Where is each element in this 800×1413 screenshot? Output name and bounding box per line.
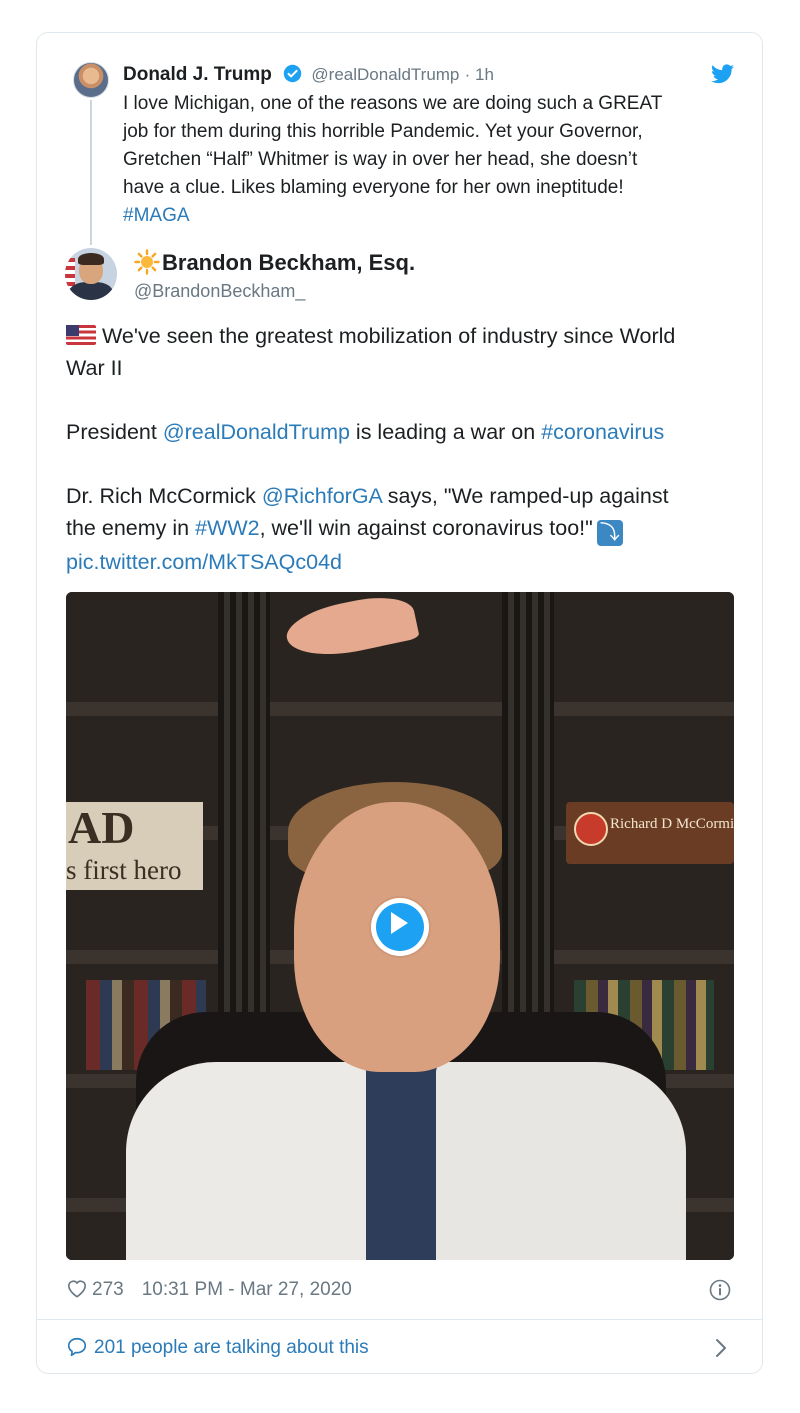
tweet-text-span: the enemy in [66,516,196,540]
mention-link-realdonaldtrump[interactable]: @realDonaldTrump [163,420,350,444]
us-flag-emoji-icon [66,325,96,345]
tweet-meta-row: 273 10:31 PM - Mar 27, 2020 [66,1276,352,1304]
parent-tweet-time[interactable]: · 1h [465,65,494,84]
parent-text-line: job for them during this horrible Pandem… [123,121,643,142]
parent-text-line: I love Michigan, one of the reasons we a… [123,93,663,114]
tweet-line: War II [66,356,123,380]
tweet-text-span: President [66,420,163,444]
parent-tweet-text: I love Michigan, one of the reasons we a… [123,90,733,230]
sign-small-text: s first hero [66,855,182,885]
plaque-text: Richard D McCormick [610,816,734,832]
twitter-bird-icon[interactable] [711,64,734,84]
author-avatar[interactable] [65,248,117,300]
author-handle[interactable]: @BrandonBeckham_ [134,279,305,303]
chevron-right-icon[interactable] [714,1337,728,1359]
speech-bubble-icon [67,1337,87,1357]
hashtag-link-ww2[interactable]: #WW2 [195,516,260,540]
down-arrow-emoji-icon: ⤵ [596,520,623,546]
play-icon [391,912,408,934]
verified-badge-icon [283,64,302,83]
tweet-line: We've seen the greatest mobilization of … [66,320,736,352]
sign-big-text: AD [68,802,135,853]
tweet-line: Dr. Rich McCormick @RichforGA says, "We … [66,480,736,512]
mention-link-richforga[interactable]: @RichforGA [262,484,382,508]
video-player[interactable]: AD s first hero Richard D McCormick [66,592,734,1260]
tweet-text-span: We've seen the greatest mobilization of … [102,324,676,348]
author-name-row[interactable]: Brandon Beckham, Esq. [134,248,415,278]
tweet-line: President @realDonaldTrump is leading a … [66,416,736,448]
parent-text-line: Gretchen “Half” Whitmer is way in over h… [123,149,638,170]
heart-icon[interactable] [66,1278,88,1298]
avatar-flag [65,258,75,288]
pic-twitter-link[interactable]: pic.twitter.com/MkTSAQc04d [66,546,736,578]
author-name[interactable]: Brandon Beckham, Esq. [162,250,415,275]
avatar-suit [69,282,113,300]
footer-divider [37,1319,762,1320]
tweet-line: the enemy in #WW2, we'll win against cor… [66,512,736,546]
speaker-coat-right [436,1062,686,1260]
play-button[interactable] [371,898,429,956]
tweet-text-span: Dr. Rich McCormick [66,484,262,508]
hashtag-link-coronavirus[interactable]: #coronavirus [541,420,664,444]
wall-sign: AD s first hero [66,802,203,890]
tweet-text-span: , we'll win against coronavirus too!" [259,516,593,540]
parent-text-line: have a clue. Likes blaming everyone for … [123,177,624,198]
tweet-text: We've seen the greatest mobilization of … [66,320,736,578]
maga-hashtag-link[interactable]: #MAGA [123,202,733,230]
tweet-text-span: says, "We ramped-up against [381,484,669,508]
sun-emoji-icon [134,249,160,275]
parent-author-handle[interactable]: @realDonaldTrump [311,65,459,84]
tweet-text-span: is leading a war on [349,420,542,444]
tweet-timestamp[interactable]: 10:31 PM - Mar 27, 2020 [142,1279,352,1300]
info-icon[interactable] [709,1279,731,1301]
parent-author-avatar[interactable] [73,62,109,98]
parent-author-name[interactable]: Donald J. Trump [123,64,272,85]
speaker-coat-left [126,1062,366,1260]
conversation-text[interactable]: 201 people are talking about this [94,1337,369,1358]
plaque-seal [574,812,608,846]
conversation-link[interactable]: 201 people are talking about this [66,1334,369,1362]
name-plaque: Richard D McCormick [566,802,734,864]
thread-connector-line [90,100,92,245]
parent-tweet-header: Donald J. Trump @realDonaldTrump · 1h [123,63,494,87]
avatar-hair [78,253,104,265]
like-count[interactable]: 273 [92,1279,124,1300]
